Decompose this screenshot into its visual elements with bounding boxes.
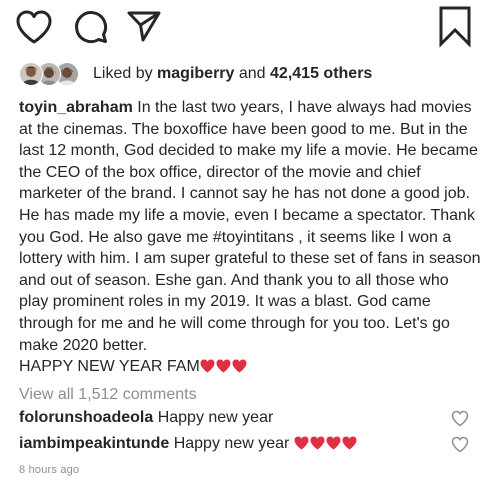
post-caption: toyin_abraham In the last two years, I h… — [19, 97, 481, 380]
post-action-bar — [0, 0, 490, 58]
comment-like-button[interactable] — [451, 410, 469, 427]
paper-plane-icon — [127, 11, 161, 42]
like-button[interactable] — [14, 8, 54, 46]
caption-text: In the last two years, I have always had… — [19, 99, 481, 354]
share-button[interactable] — [126, 8, 162, 44]
comment-item: folorunshoadeola Happy new year — [19, 408, 481, 430]
comment-like-button[interactable] — [451, 436, 469, 453]
red-heart-emoji-icon — [310, 436, 325, 450]
view-all-comments-link[interactable]: View all 1,512 comments — [19, 385, 197, 405]
speech-bubble-icon — [75, 11, 107, 43]
red-heart-emoji-icon — [232, 359, 247, 373]
post-timestamp: 8 hours ago — [19, 464, 80, 476]
heart-emoji-group — [200, 358, 248, 380]
likes-joiner: and — [238, 65, 266, 82]
liker-username-link[interactable]: magiberry — [157, 65, 234, 82]
likes-prefix: Liked by — [93, 65, 153, 82]
save-button[interactable] — [436, 4, 474, 48]
avatar — [19, 62, 43, 86]
comment-username-link[interactable]: iambimpeakintunde — [19, 435, 169, 452]
author-username-link[interactable]: toyin_abraham — [19, 99, 133, 116]
heart-outline-icon — [451, 436, 469, 453]
comment-button[interactable] — [72, 8, 110, 46]
red-heart-emoji-icon — [294, 436, 309, 450]
likes-count-link[interactable]: 42,415 others — [270, 65, 372, 82]
comment-text: Happy new year — [157, 409, 274, 426]
likes-summary: Liked by magiberry and 42,415 others — [19, 62, 372, 86]
red-heart-emoji-icon — [326, 436, 341, 450]
likes-text: Liked by magiberry and 42,415 others — [93, 64, 372, 84]
comment-text: Happy new year — [173, 435, 290, 452]
heart-emoji-group — [294, 436, 358, 456]
red-heart-emoji-icon — [342, 436, 357, 450]
comment-username-link[interactable]: folorunshoadeola — [19, 409, 153, 426]
comment-item: iambimpeakintunde Happy new year — [19, 434, 481, 456]
red-heart-emoji-icon — [200, 359, 215, 373]
heart-outline-icon — [16, 10, 52, 44]
caption-closing: HAPPY NEW YEAR FAM — [19, 358, 200, 376]
liker-avatars[interactable] — [19, 62, 83, 86]
red-heart-emoji-icon — [216, 359, 231, 373]
heart-outline-icon — [451, 410, 469, 427]
bookmark-icon — [439, 6, 471, 48]
